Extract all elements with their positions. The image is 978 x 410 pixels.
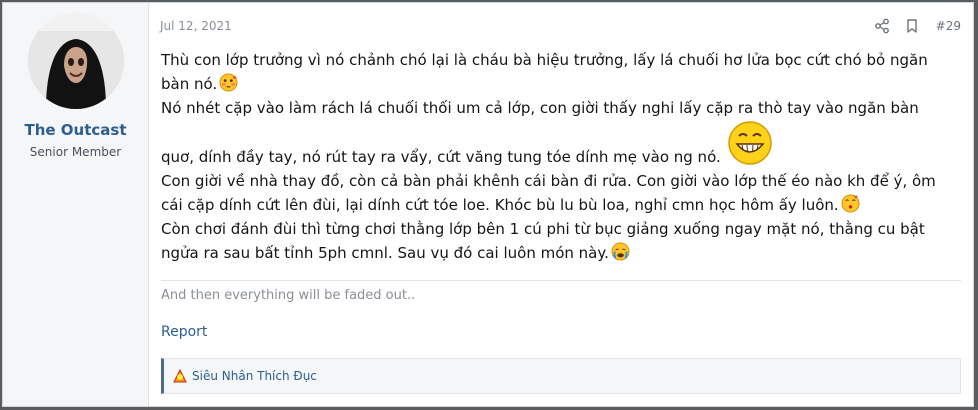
post-main: Jul 12, 2021 #29 Thù con lớp trưởng vì n… — [149, 3, 973, 406]
username[interactable]: The Outcast — [24, 121, 126, 139]
post-paragraph: Thù con lớp trưởng vì nó chảnh chó lại l… — [161, 48, 951, 96]
user-sidebar: The Outcast Senior Member — [3, 3, 149, 406]
post-number-link[interactable]: #29 — [936, 19, 961, 33]
share-icon[interactable] — [874, 18, 890, 34]
post-actions: #29 — [874, 18, 961, 34]
avatar-image — [27, 13, 124, 109]
signature-divider — [161, 280, 961, 281]
post-date[interactable]: Jul 12, 2021 — [160, 19, 232, 33]
reactions-bar[interactable]: Siêu Nhân Thích Đục — [161, 358, 961, 394]
bookmark-icon[interactable] — [904, 18, 920, 34]
crying-smiley-icon — [611, 242, 630, 261]
superhero-reaction-icon — [172, 368, 188, 384]
post-body: Thù con lớp trưởng vì nó chảnh chó lại l… — [161, 48, 961, 265]
post-text: Thù con lớp trưởng vì nó chảnh chó lại l… — [161, 51, 928, 93]
post-paragraph: Con giời về nhà thay đồ, còn cả bàn phải… — [161, 169, 951, 217]
blush-kiss-smiley-icon — [219, 73, 238, 92]
post-text: Còn chơi đánh đùi thì từng chơi thằng lớ… — [161, 220, 925, 262]
post-paragraph: Còn chơi đánh đùi thì từng chơi thằng lớ… — [161, 217, 951, 265]
love-kiss-smiley-icon — [841, 194, 860, 213]
report-link[interactable]: Report — [161, 324, 207, 340]
post-text: Nó nhét cặp vào làm rách lá chuối thối u… — [161, 99, 919, 166]
post-text: Con giời về nhà thay đồ, còn cả bàn phải… — [161, 172, 936, 214]
grinning-teeth-smiley-icon — [727, 120, 773, 166]
forum-post: The Outcast Senior Member Jul 12, 2021 #… — [2, 2, 974, 407]
post-meta: Jul 12, 2021 #29 — [160, 3, 961, 48]
post-paragraph: Nó nhét cặp vào làm rách lá chuối thối u… — [161, 96, 951, 169]
avatar[interactable] — [27, 13, 124, 109]
reactions-text[interactable]: Siêu Nhân Thích Đục — [192, 369, 317, 383]
signature: And then everything will be faded out.. — [161, 288, 416, 303]
user-title: Senior Member — [29, 145, 122, 159]
